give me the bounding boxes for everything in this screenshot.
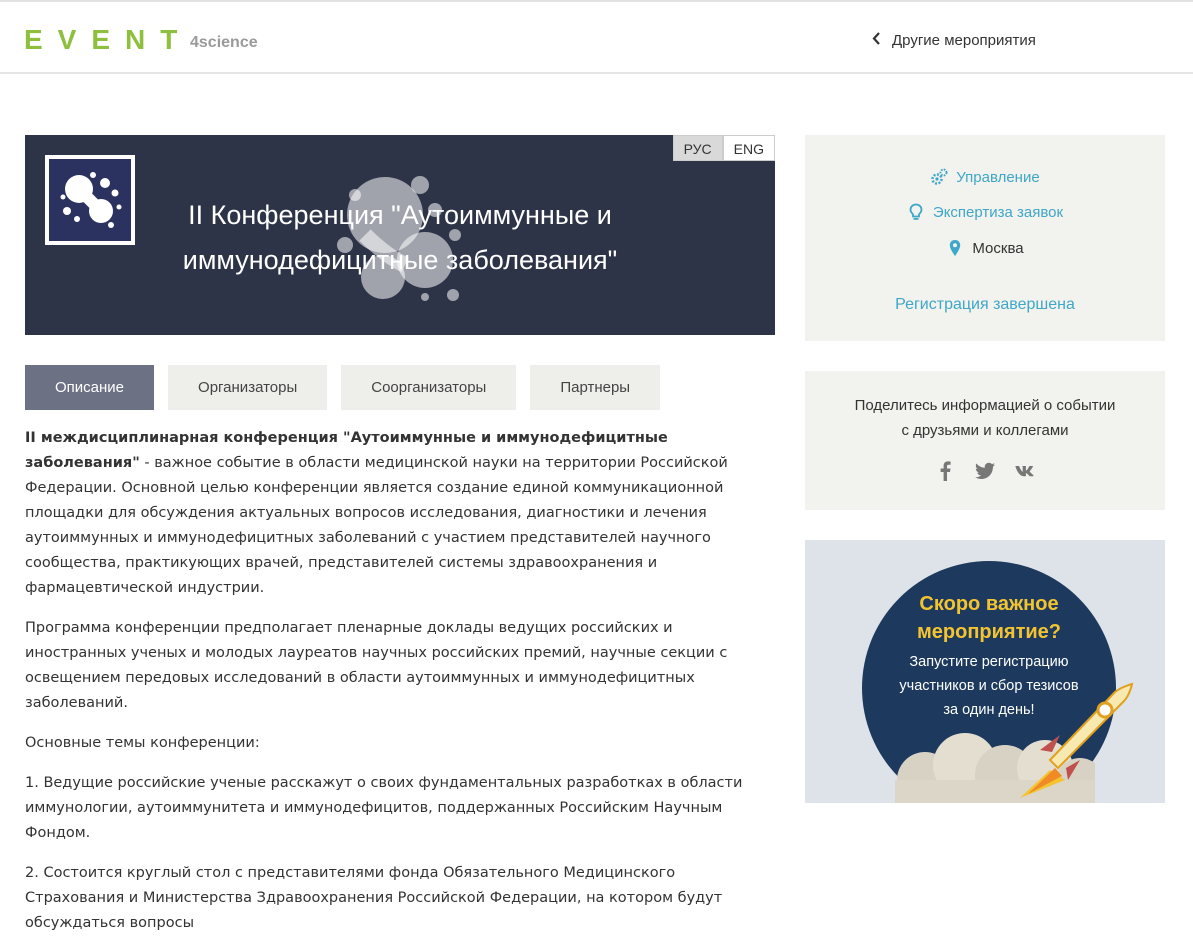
expertise-link[interactable]: Экспертиза заявок xyxy=(933,204,1063,221)
promo-text-line3: за один день! xyxy=(943,702,1035,718)
site-header: EVENT 4science Другие мероприятия xyxy=(0,0,1193,74)
share-text: Поделитесь информацией о событии с друзь… xyxy=(805,393,1165,443)
share-box: Поделитесь информацией о событии с друзь… xyxy=(805,371,1165,510)
promo-text-line1: Запустите регистрацию xyxy=(909,654,1069,670)
share-text-line2: с друзьями и коллегами xyxy=(901,422,1069,439)
other-events-link[interactable]: Другие мероприятия xyxy=(872,32,1036,49)
description-paragraph: 2. Состоится круглый стол с представител… xyxy=(25,865,723,931)
tab-partners[interactable]: Партнеры xyxy=(530,365,661,410)
description-paragraph: 1. Ведущие российские ученые расскажут о… xyxy=(25,775,743,841)
language-switch: РУС ENG xyxy=(672,135,775,161)
city-label: Москва xyxy=(972,239,1024,257)
registration-status[interactable]: Регистрация завершена xyxy=(805,296,1165,314)
event-banner: II Конференция "Аутоиммунные и иммунодеф… xyxy=(25,135,775,335)
share-text-line1: Поделитесь информацией о событии xyxy=(854,397,1116,414)
tab-description[interactable]: Описание xyxy=(25,365,155,410)
event-title-line2: иммунодефицитные заболевания" xyxy=(182,245,618,275)
promo-title-line1: Скоро важное xyxy=(919,593,1059,615)
promo-title: Скоро важное мероприятие? xyxy=(805,590,1165,646)
promo-title-line2: мероприятие? xyxy=(916,621,1062,643)
event-title: II Конференция "Аутоиммунные и иммунодеф… xyxy=(145,193,655,283)
promo-text-line2: участников и сбор тезисов xyxy=(899,678,1079,694)
lightbulb-icon xyxy=(907,203,925,221)
event-title-line1: II Конференция "Аутоиммунные и xyxy=(188,200,612,230)
manage-row[interactable]: Управление xyxy=(805,168,1165,186)
event-logo xyxy=(45,155,135,245)
share-icons xyxy=(805,459,1165,483)
other-events-label: Другие мероприятия xyxy=(892,32,1036,49)
city-row: Москва xyxy=(805,239,1165,257)
event-description: II междисциплинарная конференция "Аутоим… xyxy=(25,426,777,951)
logo-event[interactable]: EVENT xyxy=(24,22,192,58)
lang-en-button[interactable]: ENG xyxy=(722,135,775,161)
tab-coorganizers[interactable]: Соорганизаторы xyxy=(341,365,517,410)
map-pin-icon xyxy=(946,239,964,257)
vk-icon[interactable] xyxy=(1015,459,1035,483)
twitter-icon[interactable] xyxy=(975,459,995,483)
chevron-left-icon xyxy=(872,32,880,49)
promo-banner[interactable]: Скоро важное мероприятие? Запустите реги… xyxy=(805,540,1165,803)
tab-organizers[interactable]: Организаторы xyxy=(168,365,328,410)
lang-ru-button[interactable]: РУС xyxy=(672,135,723,161)
description-paragraph: II междисциплинарная конференция "Аутоим… xyxy=(25,426,777,601)
manage-link[interactable]: Управление xyxy=(956,169,1039,186)
facebook-icon[interactable] xyxy=(935,459,955,483)
expertise-row[interactable]: Экспертиза заявок xyxy=(805,203,1165,221)
description-paragraph: Основные темы конференции: xyxy=(25,735,260,751)
event-tabs: Описание Организаторы Соорганизаторы Пар… xyxy=(25,365,661,410)
promo-text: Запустите регистрацию участников и сбор … xyxy=(805,650,1165,722)
logo-4science[interactable]: 4science xyxy=(190,33,258,53)
event-info-box: Управление Экспертиза заявок Москва Реги… xyxy=(805,135,1165,341)
description-lead-rest: - важное событие в области медицинской н… xyxy=(25,455,728,596)
gears-icon xyxy=(930,168,948,186)
description-paragraph: Программа конференции предполагает плена… xyxy=(25,620,728,711)
